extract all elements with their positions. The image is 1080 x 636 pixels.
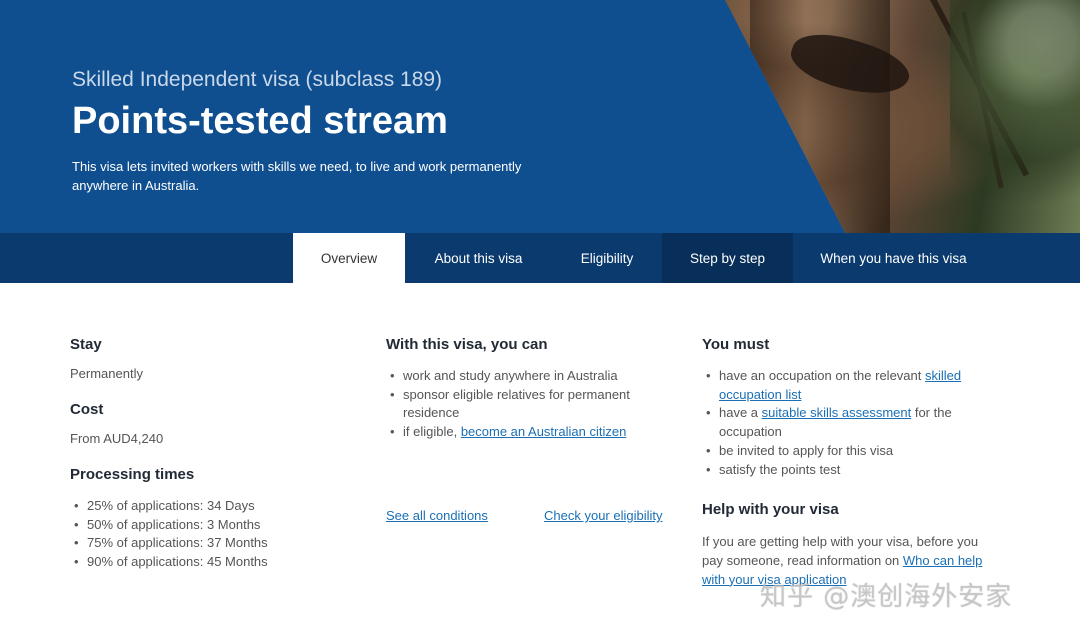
list-item-text: if eligible, — [403, 424, 461, 440]
list-item: have a suitable skills assessment for th… — [702, 404, 972, 441]
page-title: Points-tested stream — [72, 100, 448, 142]
see-all-conditions-link[interactable]: See all conditions — [386, 508, 488, 523]
tree-photo — [725, 0, 1080, 233]
list-item: be invited to apply for this visa — [702, 442, 972, 461]
list-item: satisfy the points test — [702, 461, 972, 480]
processing-times-list: 25% of applications: 34 Days 50% of appl… — [70, 497, 350, 572]
visa-subclass-subtitle: Skilled Independent visa (subclass 189) — [72, 68, 443, 91]
tab-step-by-step[interactable]: Step by step — [662, 233, 793, 283]
list-item: 25% of applications: 34 Days — [70, 497, 350, 516]
visa-benefits-column: With this visa, you can work and study a… — [386, 336, 676, 523]
check-eligibility-link[interactable]: Check your eligibility — [544, 508, 663, 523]
tab-about-this-visa[interactable]: About this visa — [405, 233, 552, 283]
tab-bar: Overview About this visa Eligibility Ste… — [0, 233, 1080, 283]
visa-summary-column: Stay Permanently Cost From AUD4,240 Proc… — [70, 336, 350, 572]
tab-when-you-have-this-visa[interactable]: When you have this visa — [793, 233, 994, 283]
list-item: if eligible, become an Australian citize… — [386, 423, 656, 442]
cost-value: From AUD4,240 — [70, 431, 164, 446]
stay-value: Permanently — [70, 366, 143, 381]
list-item: 50% of applications: 3 Months — [70, 516, 350, 535]
hero-banner: Skilled Independent visa (subclass 189) … — [0, 0, 1080, 233]
help-with-visa-heading: Help with your visa — [702, 501, 839, 519]
cost-heading: Cost — [70, 401, 104, 418]
stay-heading: Stay — [70, 336, 102, 353]
list-item-text: have an occupation on the relevant — [719, 368, 925, 383]
list-item: 75% of applications: 37 Months — [70, 534, 350, 553]
list-item: 90% of applications: 45 Months — [70, 553, 350, 572]
you-must-heading: You must — [702, 336, 770, 353]
requirements-list: have an occupation on the relevant skill… — [702, 367, 972, 479]
watermark: 知乎 @澳创海外安家 — [760, 582, 1013, 612]
processing-times-heading: Processing times — [70, 466, 195, 483]
with-this-visa-heading: With this visa, you can — [386, 336, 548, 353]
become-citizen-link[interactable]: become an Australian citizen — [461, 424, 626, 439]
hero-description: This visa lets invited workers with skil… — [72, 159, 522, 193]
tab-eligibility[interactable]: Eligibility — [552, 233, 662, 283]
list-item: work and study anywhere in Australia — [386, 367, 656, 386]
tab-overview[interactable]: Overview — [293, 233, 405, 283]
skills-assessment-link[interactable]: suitable skills assessment — [762, 405, 912, 420]
conditions-links: See all conditions Check your eligibilit… — [386, 508, 676, 523]
list-item: have an occupation on the relevant skill… — [702, 367, 972, 404]
benefits-list: work and study anywhere in Australia spo… — [386, 367, 656, 442]
list-item: sponsor eligible relatives for permanent… — [386, 386, 656, 423]
list-item-text: have a — [719, 405, 762, 421]
requirements-column: You must have an occupation on the relev… — [702, 336, 1002, 589]
